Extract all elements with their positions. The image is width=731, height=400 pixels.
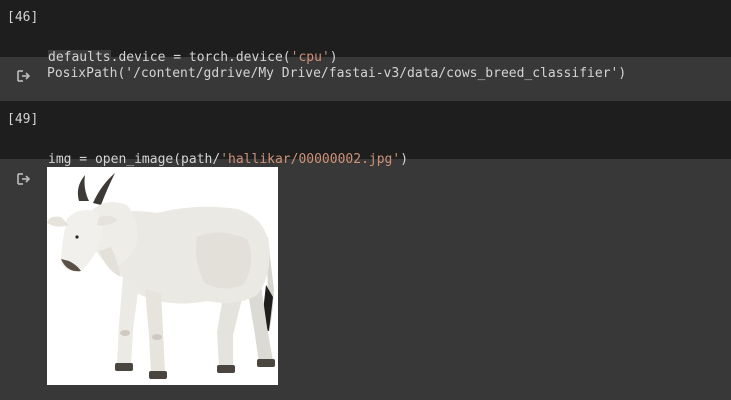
output-arrow-icon[interactable] bbox=[14, 170, 32, 188]
cow-illustration bbox=[47, 167, 278, 385]
output-arrow-icon[interactable] bbox=[14, 67, 32, 85]
cow-image-output bbox=[47, 167, 278, 385]
code-token: img = open_image(path/ bbox=[48, 152, 221, 167]
execution-count: [49] bbox=[7, 112, 39, 127]
notebook-page: [46] defaults.device = torch.device('cpu… bbox=[0, 0, 731, 400]
code-string: 'hallikar/00000002.jpg' bbox=[220, 152, 401, 167]
execution-count: [46] bbox=[7, 10, 39, 25]
code-token-highlight: defaults bbox=[48, 50, 111, 65]
code-token: .device = torch.device( bbox=[110, 50, 291, 65]
code-cell-46[interactable]: [46] defaults.device = torch.device('cpu… bbox=[0, 0, 731, 125]
code-cell-49[interactable]: [49] img = open_image(path/'hallikar/000… bbox=[0, 101, 731, 227]
code-token: ) bbox=[400, 152, 409, 167]
code-token: ) bbox=[329, 50, 338, 65]
code-string: 'cpu' bbox=[290, 50, 330, 65]
output-text: PosixPath('/content/gdrive/My Drive/fast… bbox=[47, 66, 627, 81]
